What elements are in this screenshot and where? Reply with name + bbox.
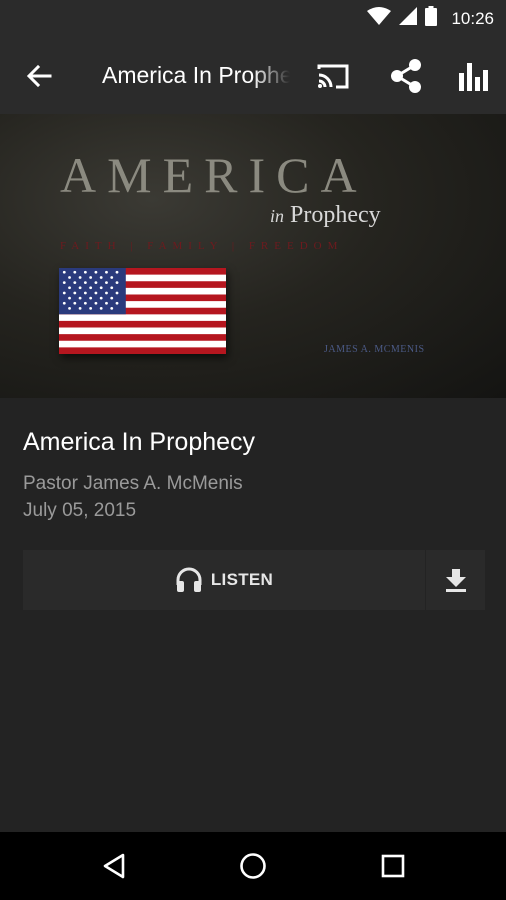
cell-signal-icon (399, 7, 418, 30)
sermon-title: America In Prophecy (23, 428, 256, 456)
app-bar-title: America In Prophecy (102, 62, 290, 88)
bar-chart-icon (459, 63, 488, 91)
artwork-subtitle-word: Prophecy (290, 202, 381, 228)
sermon-speaker: Pastor James A. McMenis (23, 473, 243, 494)
system-nav-bar (0, 832, 506, 900)
home-circle-icon (240, 853, 266, 879)
wifi-icon (367, 7, 392, 30)
share-icon (391, 59, 421, 93)
artwork-author: JAMES A. MCMENIS (324, 344, 425, 355)
download-button[interactable] (426, 550, 485, 610)
artwork-title: AMERICA (60, 147, 368, 203)
cast-button[interactable] (313, 57, 353, 95)
nav-back-button[interactable] (97, 849, 131, 883)
sermon-artwork: AMERICA in Prophecy FAITH | FAMILY | FRE… (0, 114, 506, 398)
back-triangle-icon (103, 853, 125, 879)
sermon-date: July 05, 2015 (23, 500, 137, 521)
american-flag-image (59, 268, 226, 354)
nav-recents-button[interactable] (376, 849, 410, 883)
back-button[interactable] (22, 59, 56, 93)
artwork-tagline: FAITH | FAMILY | FREEDOM (60, 240, 344, 252)
artwork-subtitle: in Prophecy (270, 202, 381, 229)
headphones-icon (176, 567, 202, 592)
status-bar: 10:26 (0, 0, 506, 37)
battery-icon (425, 6, 438, 31)
cast-icon (317, 64, 349, 89)
status-time: 10:26 (451, 8, 494, 28)
nav-home-button[interactable] (236, 849, 270, 883)
artwork-subtitle-in: in (270, 206, 285, 226)
app-bar: America In Prophecy (0, 37, 506, 114)
download-icon (445, 569, 466, 592)
stats-button[interactable] (454, 57, 494, 95)
arrow-back-icon (26, 64, 52, 88)
share-button[interactable] (386, 57, 426, 95)
media-actions: LISTEN (23, 550, 485, 610)
recents-square-icon (381, 854, 405, 878)
listen-button[interactable]: LISTEN (23, 550, 426, 610)
listen-label: LISTEN (210, 570, 274, 589)
